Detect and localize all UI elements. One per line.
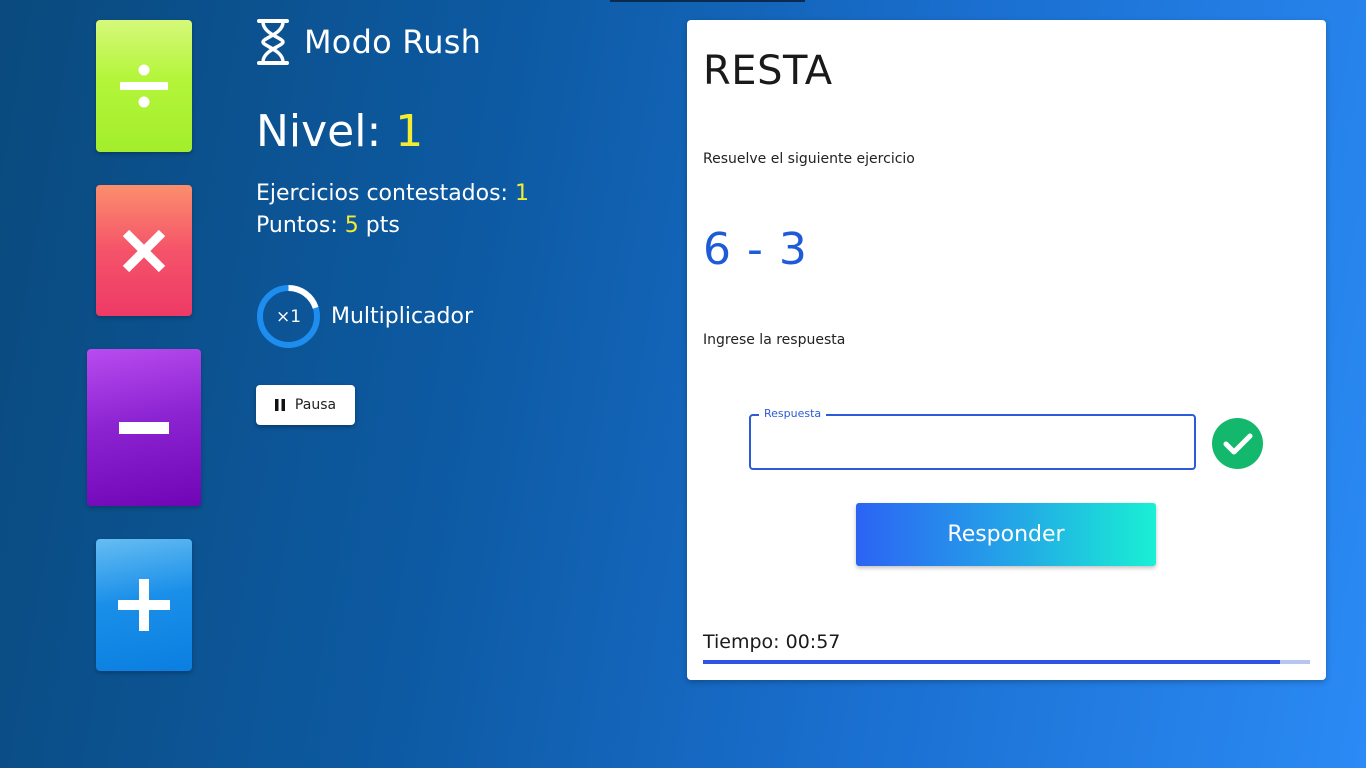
multiplier-ring: ×1 — [256, 284, 321, 349]
points-value: 5 — [344, 213, 359, 238]
level-label: Nivel: — [256, 106, 382, 157]
answered-row: Ejercicios contestados: 1 — [256, 178, 529, 210]
hourglass-icon — [257, 19, 289, 65]
multiplier-value: ×1 — [275, 306, 302, 327]
plus-icon — [118, 579, 170, 631]
answered-label: Ejercicios contestados: — [256, 181, 508, 206]
submit-answer-button[interactable]: Responder — [856, 503, 1156, 566]
level-display: Nivel: 1 — [256, 106, 423, 157]
addition-card[interactable] — [96, 539, 192, 671]
top-edge-strip — [610, 0, 805, 2]
divide-icon — [120, 64, 168, 108]
division-card[interactable] — [96, 20, 192, 152]
points-unit: pts — [365, 213, 400, 238]
pause-button[interactable]: Pausa — [256, 385, 355, 425]
multiplication-card[interactable] — [96, 185, 192, 316]
timer-label: Tiempo: 00:57 — [703, 631, 841, 653]
mode-title: Modo Rush — [304, 23, 482, 61]
exercise-expression: 6 - 3 — [703, 224, 808, 275]
level-value: 1 — [395, 106, 424, 157]
pause-label: Pausa — [294, 397, 337, 413]
subtraction-card[interactable] — [87, 349, 201, 506]
minus-icon — [119, 421, 169, 434]
points-row: Puntos: 5 pts — [256, 210, 529, 242]
answer-prompt: Ingrese la respuesta — [703, 332, 846, 348]
check-circle-icon — [1212, 418, 1263, 469]
timer-progress-bar — [703, 660, 1310, 664]
points-label: Puntos: — [256, 213, 338, 238]
mode-header: Modo Rush — [256, 18, 481, 66]
multiplier-label: Multiplicador — [331, 304, 474, 329]
operation-title: RESTA — [703, 48, 833, 94]
answer-input[interactable] — [751, 416, 1194, 468]
timer-progress-fill — [703, 660, 1280, 664]
multiplier-indicator: ×1 Multiplicador — [256, 284, 473, 349]
exercise-instruction: Resuelve el siguiente ejercicio — [703, 151, 915, 167]
exercise-card: RESTA Resuelve el siguiente ejercicio 6 … — [687, 20, 1326, 680]
pause-icon — [274, 399, 285, 411]
multiply-icon — [122, 229, 166, 272]
stats-block: Ejercicios contestados: 1 Puntos: 5 pts — [256, 178, 529, 242]
answered-value: 1 — [514, 181, 529, 206]
answer-field[interactable]: Respuesta — [749, 407, 1196, 470]
